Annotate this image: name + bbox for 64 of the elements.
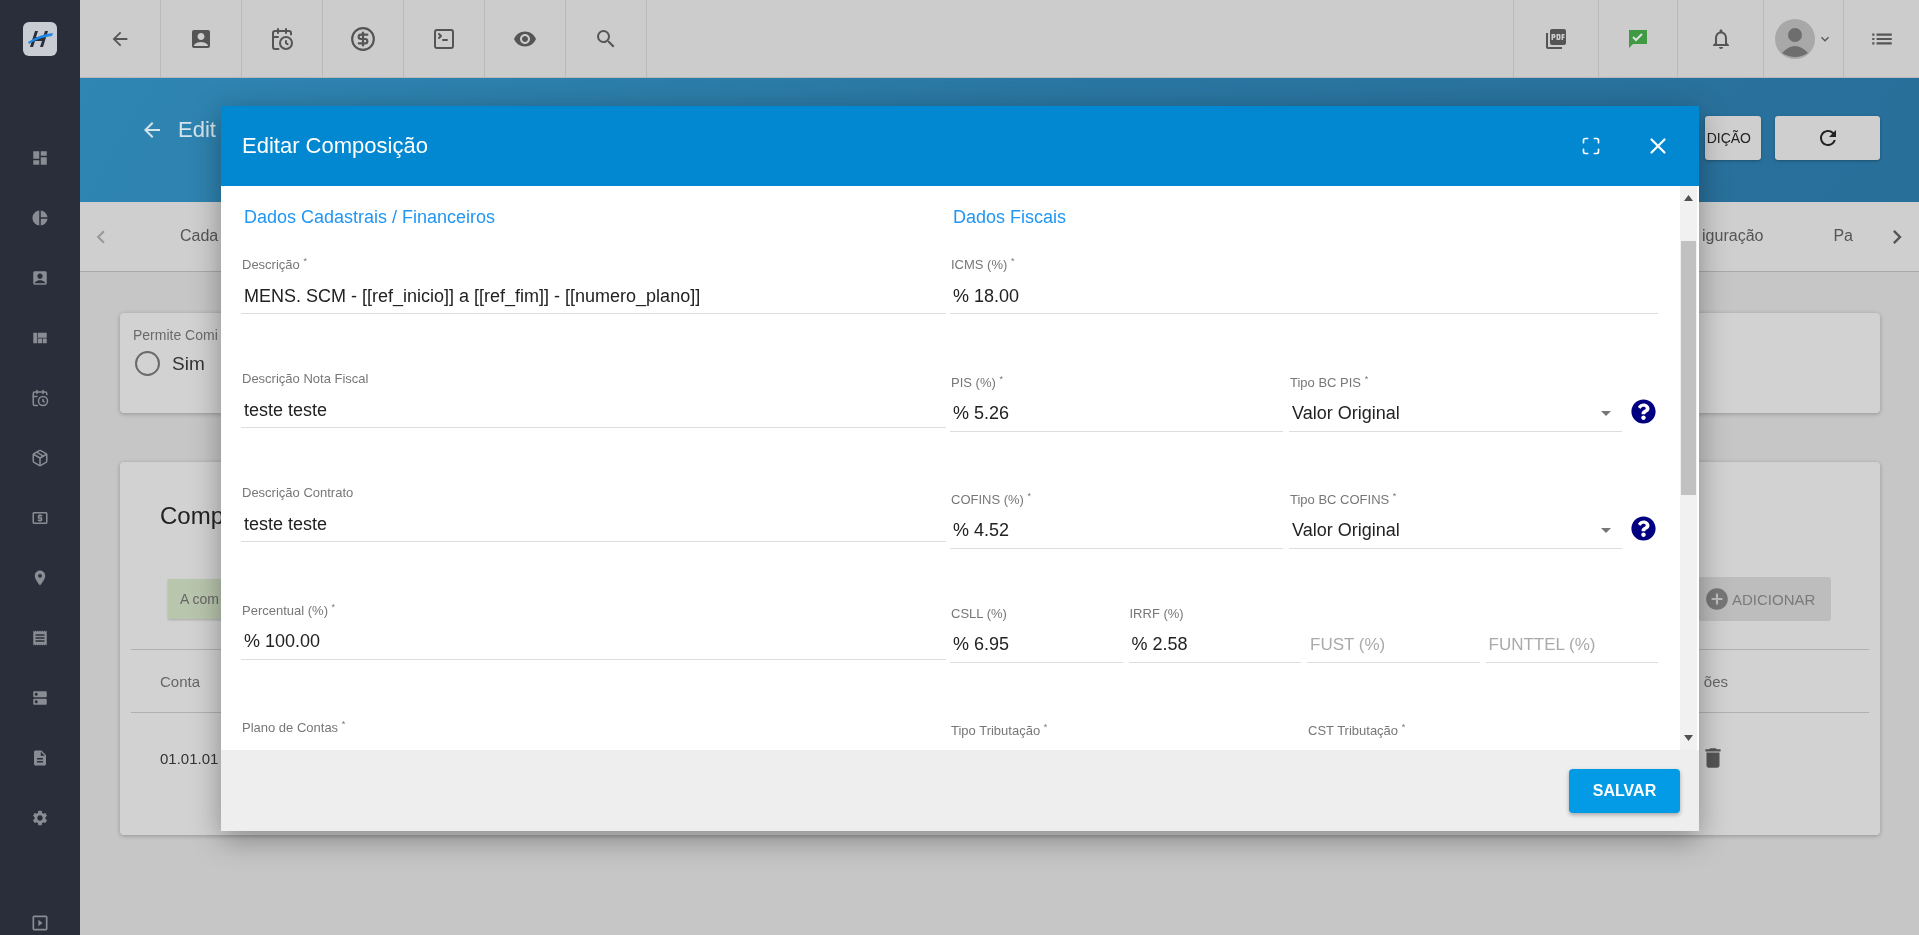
calendar-clock-icon[interactable] <box>270 26 294 51</box>
radio-label: Sim <box>172 352 205 375</box>
input-field[interactable]: % 6.95 <box>950 622 1123 663</box>
section-title: Dados Fiscais <box>953 206 1068 228</box>
dialog-title: Editar Composição <box>242 133 429 159</box>
help-icon[interactable] <box>1630 398 1656 424</box>
document-icon[interactable] <box>31 749 49 767</box>
field-label: CSLL (%) <box>950 605 1008 622</box>
section-title: Dados Cadastrais / Financeiros <box>244 206 497 228</box>
avatar[interactable] <box>1774 18 1815 59</box>
box-icon[interactable] <box>31 449 49 467</box>
field-label: Tipo BC PIS $^{*}$ <box>1289 372 1370 391</box>
field-label: ICMS (%) $^{*}$ <box>950 255 1016 274</box>
field-label: Percentual (%) $^{*}$ <box>241 600 337 619</box>
table-cell: 01.01.01 <box>160 749 219 767</box>
field-label: Plano de Contas $^{*}$ <box>241 717 347 736</box>
terminal-icon[interactable] <box>432 26 456 51</box>
tab[interactable]: iguração <box>1702 222 1764 251</box>
field-label: Descrição Nota Fiscal <box>241 370 370 388</box>
input-field[interactable]: teste teste <box>241 387 946 429</box>
field-label: Tipo BC COFINS $^{*}$ <box>1289 489 1398 508</box>
field-label: CST Tributação $^{*}$ <box>1307 721 1407 740</box>
caret-icon <box>1601 411 1611 417</box>
calendar-clock-icon[interactable] <box>31 389 49 407</box>
caret-icon <box>1601 528 1611 534</box>
header-button[interactable]: DIÇÃO <box>1704 116 1761 160</box>
tab[interactable]: Cada <box>180 222 219 251</box>
server-icon[interactable] <box>31 689 49 707</box>
select-field[interactable]: Valor Original <box>1289 390 1622 432</box>
column-header: ões <box>1703 672 1728 690</box>
field-label: Permite Comi <box>133 327 219 343</box>
contact-card-icon[interactable] <box>31 269 49 287</box>
input-field[interactable]: % 2.58 <box>1128 622 1301 663</box>
pdf-icon[interactable] <box>1544 26 1568 51</box>
pie-chart-icon[interactable] <box>31 209 49 227</box>
fullscreen-icon[interactable] <box>1581 136 1601 156</box>
field-label: Descrição $^{*}$ <box>241 255 308 274</box>
scroll-down-icon[interactable] <box>1684 735 1693 741</box>
column-header: Conta <box>160 672 201 690</box>
grid-icon[interactable] <box>31 149 49 167</box>
field-label: COFINS (%) $^{*}$ <box>950 489 1033 508</box>
field-label: Descrição Contrato <box>241 484 355 502</box>
field-label: Tipo Tributação $^{*}$ <box>950 721 1049 740</box>
dollar-icon[interactable] <box>350 25 376 52</box>
refresh-button[interactable] <box>1775 116 1880 160</box>
input-field[interactable]: teste teste <box>241 501 946 543</box>
select-field[interactable]: Valor Original <box>1289 508 1622 549</box>
receipt-icon[interactable] <box>31 629 49 647</box>
radio-button[interactable] <box>135 351 160 376</box>
settings-icon[interactable] <box>31 809 49 827</box>
money-icon[interactable] <box>31 509 49 527</box>
tab[interactable]: Pa <box>1833 222 1853 251</box>
input-field[interactable]: % 4.52 <box>950 508 1283 549</box>
input-field[interactable]: MENS. SCM - [[ref_inicio]] a [[ref_fim]] - [[numero_plano]] <box>241 273 946 315</box>
play-icon[interactable] <box>30 913 50 933</box>
help-icon[interactable] <box>1630 516 1656 541</box>
field-label: IRRF (%) <box>1128 605 1185 622</box>
input-field[interactable]: % 18.00 <box>950 273 1658 315</box>
field-label: PIS (%) $^{*}$ <box>950 372 1004 391</box>
page-title: Edit <box>178 118 216 142</box>
input-field[interactable]: % 100.00 <box>241 618 946 660</box>
scrollbar[interactable] <box>1680 186 1697 750</box>
input-field[interactable]: % 5.26 <box>950 390 1283 432</box>
logo-icon <box>23 22 57 56</box>
